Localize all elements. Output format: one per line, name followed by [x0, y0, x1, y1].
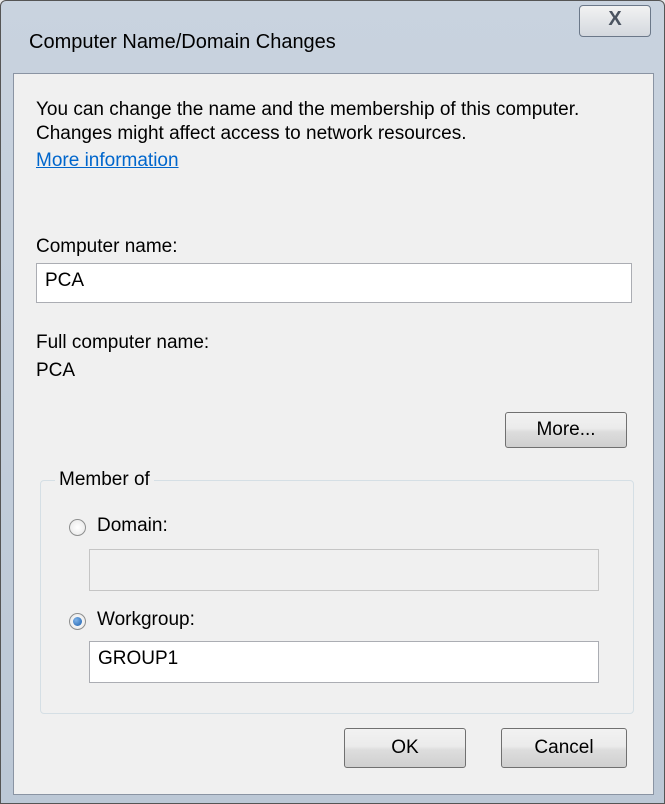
ok-button[interactable]: OK — [344, 728, 466, 768]
dialog-window: Computer Name/Domain Changes X You can c… — [0, 0, 665, 804]
full-computer-name-label: Full computer name: — [36, 332, 210, 353]
title-bar[interactable]: Computer Name/Domain Changes X — [1, 1, 664, 53]
domain-label: Domain: — [97, 515, 168, 536]
workgroup-input[interactable]: GROUP1 — [89, 641, 599, 683]
intro-text: You can change the name and the membersh… — [36, 99, 580, 144]
more-information-link[interactable]: More information — [36, 150, 179, 172]
more-button[interactable]: More... — [505, 412, 627, 448]
workgroup-radio[interactable] — [69, 613, 86, 630]
workgroup-label: Workgroup: — [97, 609, 195, 630]
member-of-groupbox: Member of Domain: Workgroup: GROUP1 — [40, 469, 634, 714]
radio-selected-dot — [73, 617, 82, 626]
computer-name-label: Computer name: — [36, 236, 178, 257]
dialog-body: You can change the name and the membersh… — [13, 73, 654, 795]
member-of-legend: Member of — [55, 469, 154, 491]
close-icon: X — [608, 8, 622, 30]
close-button[interactable]: X — [579, 5, 651, 37]
domain-radio[interactable] — [69, 519, 86, 536]
computer-name-input[interactable]: PCA — [36, 263, 632, 303]
full-computer-name-value: PCA — [36, 360, 76, 381]
domain-input[interactable] — [89, 549, 599, 591]
window-title: Computer Name/Domain Changes — [29, 31, 336, 53]
cancel-button[interactable]: Cancel — [501, 728, 627, 768]
